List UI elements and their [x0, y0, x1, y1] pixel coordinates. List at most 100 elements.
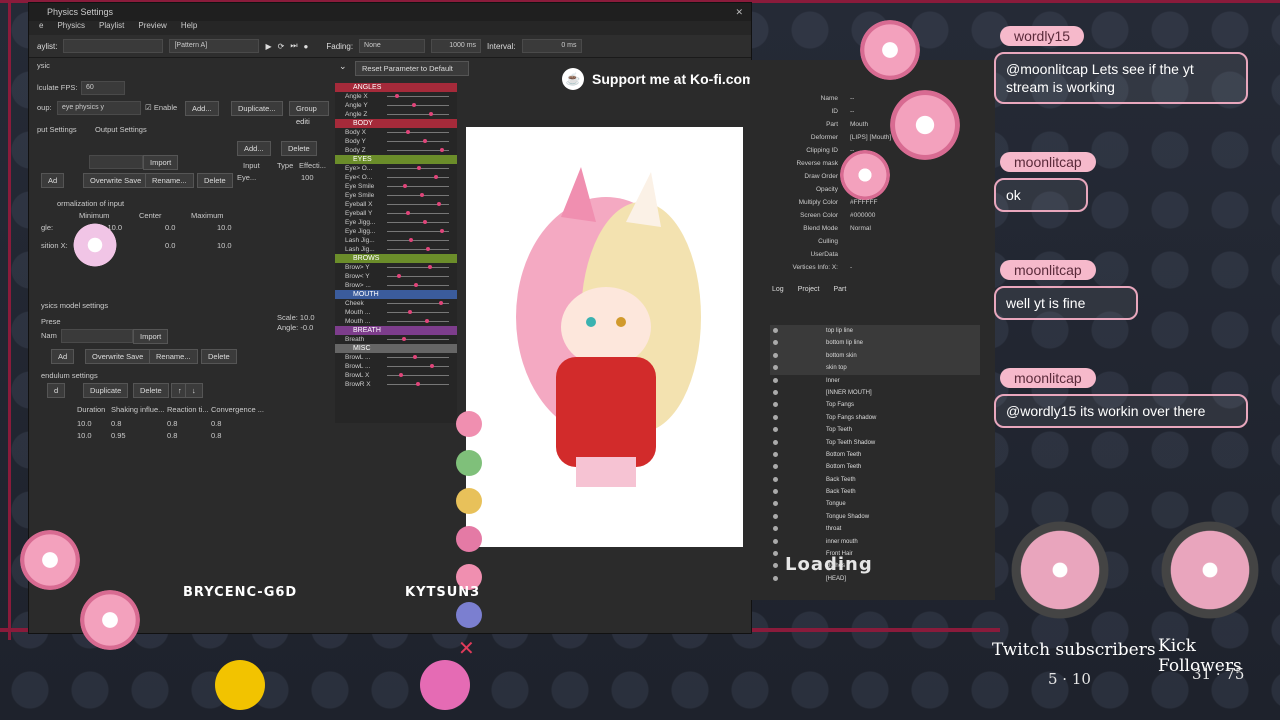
param-row[interactable]: Body Z	[335, 146, 457, 155]
param-slider-track[interactable]	[387, 312, 449, 313]
overwrite-save-model-button[interactable]: Overwrite Save	[85, 349, 151, 364]
param-row[interactable]: Cheek	[335, 299, 457, 308]
user-icon[interactable]	[456, 411, 482, 437]
param-slider-track[interactable]	[387, 141, 449, 142]
tree-item[interactable]: Back Teeth	[770, 486, 980, 498]
pendulum-cell[interactable]: 10.0	[77, 419, 92, 428]
param-slider-handle[interactable]	[428, 265, 432, 269]
enable-checkbox[interactable]: ☑ Enable	[145, 103, 177, 112]
add-group-button[interactable]: Add...	[185, 101, 219, 116]
play-icon[interactable]: ▶	[265, 42, 271, 51]
tree-item[interactable]: Tongue	[770, 498, 980, 510]
pendulum-cell[interactable]: 0.8	[167, 419, 177, 428]
duration-field[interactable]: 1000 ms	[431, 39, 482, 53]
visibility-eye-icon[interactable]	[773, 489, 778, 495]
param-slider-handle[interactable]	[402, 337, 406, 341]
param-slider-handle[interactable]	[423, 220, 427, 224]
param-row[interactable]: Eyeball X	[335, 200, 457, 209]
param-slider-track[interactable]	[387, 339, 449, 340]
add-preset-button[interactable]: Ad	[41, 173, 65, 188]
visibility-eye-icon[interactable]	[773, 501, 778, 507]
add-pendulum-button[interactable]: d	[47, 383, 66, 398]
param-row[interactable]: Lash Jig...	[335, 236, 457, 245]
import-model-button[interactable]: Import	[133, 329, 169, 344]
param-slider-track[interactable]	[387, 213, 449, 214]
param-row[interactable]: BrowR X	[335, 380, 457, 389]
param-slider-handle[interactable]	[420, 193, 424, 197]
tree-item[interactable]: Top Fangs	[770, 399, 980, 411]
visibility-eye-icon[interactable]	[773, 402, 778, 408]
pendulum-cell[interactable]: 0.8	[167, 431, 177, 440]
param-row[interactable]: Body X	[335, 128, 457, 137]
param-slider-track[interactable]	[387, 177, 449, 178]
position-center-field[interactable]: 0.0	[165, 241, 175, 250]
rename-model-button[interactable]: Rename...	[149, 349, 198, 364]
param-slider-handle[interactable]	[416, 382, 420, 386]
visibility-eye-icon[interactable]	[773, 464, 778, 470]
param-slider-track[interactable]	[387, 105, 449, 106]
param-slider-handle[interactable]	[423, 139, 427, 143]
loop-icon[interactable]: ⟳	[278, 42, 285, 51]
param-section-header[interactable]: MISC	[335, 344, 457, 353]
param-section-header[interactable]: BODY	[335, 119, 457, 128]
param-slider-track[interactable]	[387, 114, 449, 115]
property-value[interactable]: [LIPS] [Mouth]	[850, 131, 891, 144]
model-preset-select[interactable]	[61, 329, 133, 343]
param-row[interactable]: Mouth ...	[335, 308, 457, 317]
pattern-select[interactable]: [Pattern A]	[169, 39, 260, 53]
settings-gear-icon[interactable]	[456, 526, 482, 552]
tree-item[interactable]: Bottom Teeth	[770, 449, 980, 461]
param-slider-track[interactable]	[387, 285, 449, 286]
param-slider-track[interactable]	[387, 321, 449, 322]
param-slider-track[interactable]	[387, 267, 449, 268]
tree-item[interactable]: [INNER MOUTH]	[770, 387, 980, 399]
property-value[interactable]: --	[850, 105, 854, 118]
visibility-eye-icon[interactable]	[773, 526, 778, 532]
visibility-eye-icon[interactable]	[773, 414, 778, 420]
tree-item[interactable]: throat	[770, 523, 980, 535]
visibility-eye-icon[interactable]	[773, 377, 778, 383]
tab-log[interactable]: Log	[772, 286, 784, 293]
param-slider-handle[interactable]	[403, 184, 407, 188]
visibility-eye-icon[interactable]	[773, 439, 778, 445]
param-slider-track[interactable]	[387, 186, 449, 187]
playlist-select[interactable]	[63, 39, 164, 53]
collapse-icon[interactable]: ⌄	[339, 61, 347, 72]
broadcast-icon[interactable]	[456, 602, 482, 628]
move-down-button[interactable]: ↓	[185, 383, 203, 398]
delete-preset-button[interactable]: Delete	[197, 173, 233, 188]
duplicate-pendulum-button[interactable]: Duplicate	[83, 383, 129, 398]
param-row[interactable]: Angle X	[335, 92, 457, 101]
visibility-eye-icon[interactable]	[773, 476, 778, 482]
param-row[interactable]: Brow> Y	[335, 263, 457, 272]
param-slider-handle[interactable]	[434, 175, 438, 179]
tree-item[interactable]: skin top	[770, 362, 980, 375]
tree-item[interactable]: Tongue Shadow	[770, 511, 980, 523]
param-slider-handle[interactable]	[413, 355, 417, 359]
tree-item[interactable]: inner mouth	[770, 536, 980, 548]
param-row[interactable]: Lash Jig...	[335, 245, 457, 254]
tab-part[interactable]: Part	[833, 286, 846, 293]
param-slider-handle[interactable]	[417, 166, 421, 170]
param-row[interactable]: Mouth ...	[335, 317, 457, 326]
param-row[interactable]: Eyeball Y	[335, 209, 457, 218]
visibility-eye-icon[interactable]	[773, 389, 778, 395]
menu-item-help[interactable]: Help	[181, 21, 197, 35]
pendulum-cell[interactable]: 0.8	[211, 419, 221, 428]
tree-item[interactable]: bottom skin	[770, 349, 980, 363]
lock-icon[interactable]	[456, 488, 482, 514]
param-row[interactable]: BrowL X	[335, 371, 457, 380]
param-slider-track[interactable]	[387, 357, 449, 358]
property-value[interactable]: #000000	[850, 209, 875, 222]
param-slider-handle[interactable]	[425, 319, 429, 323]
param-slider-handle[interactable]	[406, 211, 410, 215]
image-icon[interactable]	[456, 450, 482, 476]
param-row[interactable]: Eye Jigg...	[335, 218, 457, 227]
param-slider-handle[interactable]	[406, 130, 410, 134]
overwrite-save-button[interactable]: Overwrite Save	[83, 173, 149, 188]
property-value[interactable]: Normal	[850, 222, 871, 235]
pendulum-cell[interactable]: 10.0	[77, 431, 92, 440]
visibility-eye-icon[interactable]	[773, 340, 778, 346]
tree-item[interactable]: bottom lip line	[770, 337, 980, 350]
param-slider-track[interactable]	[387, 249, 449, 250]
